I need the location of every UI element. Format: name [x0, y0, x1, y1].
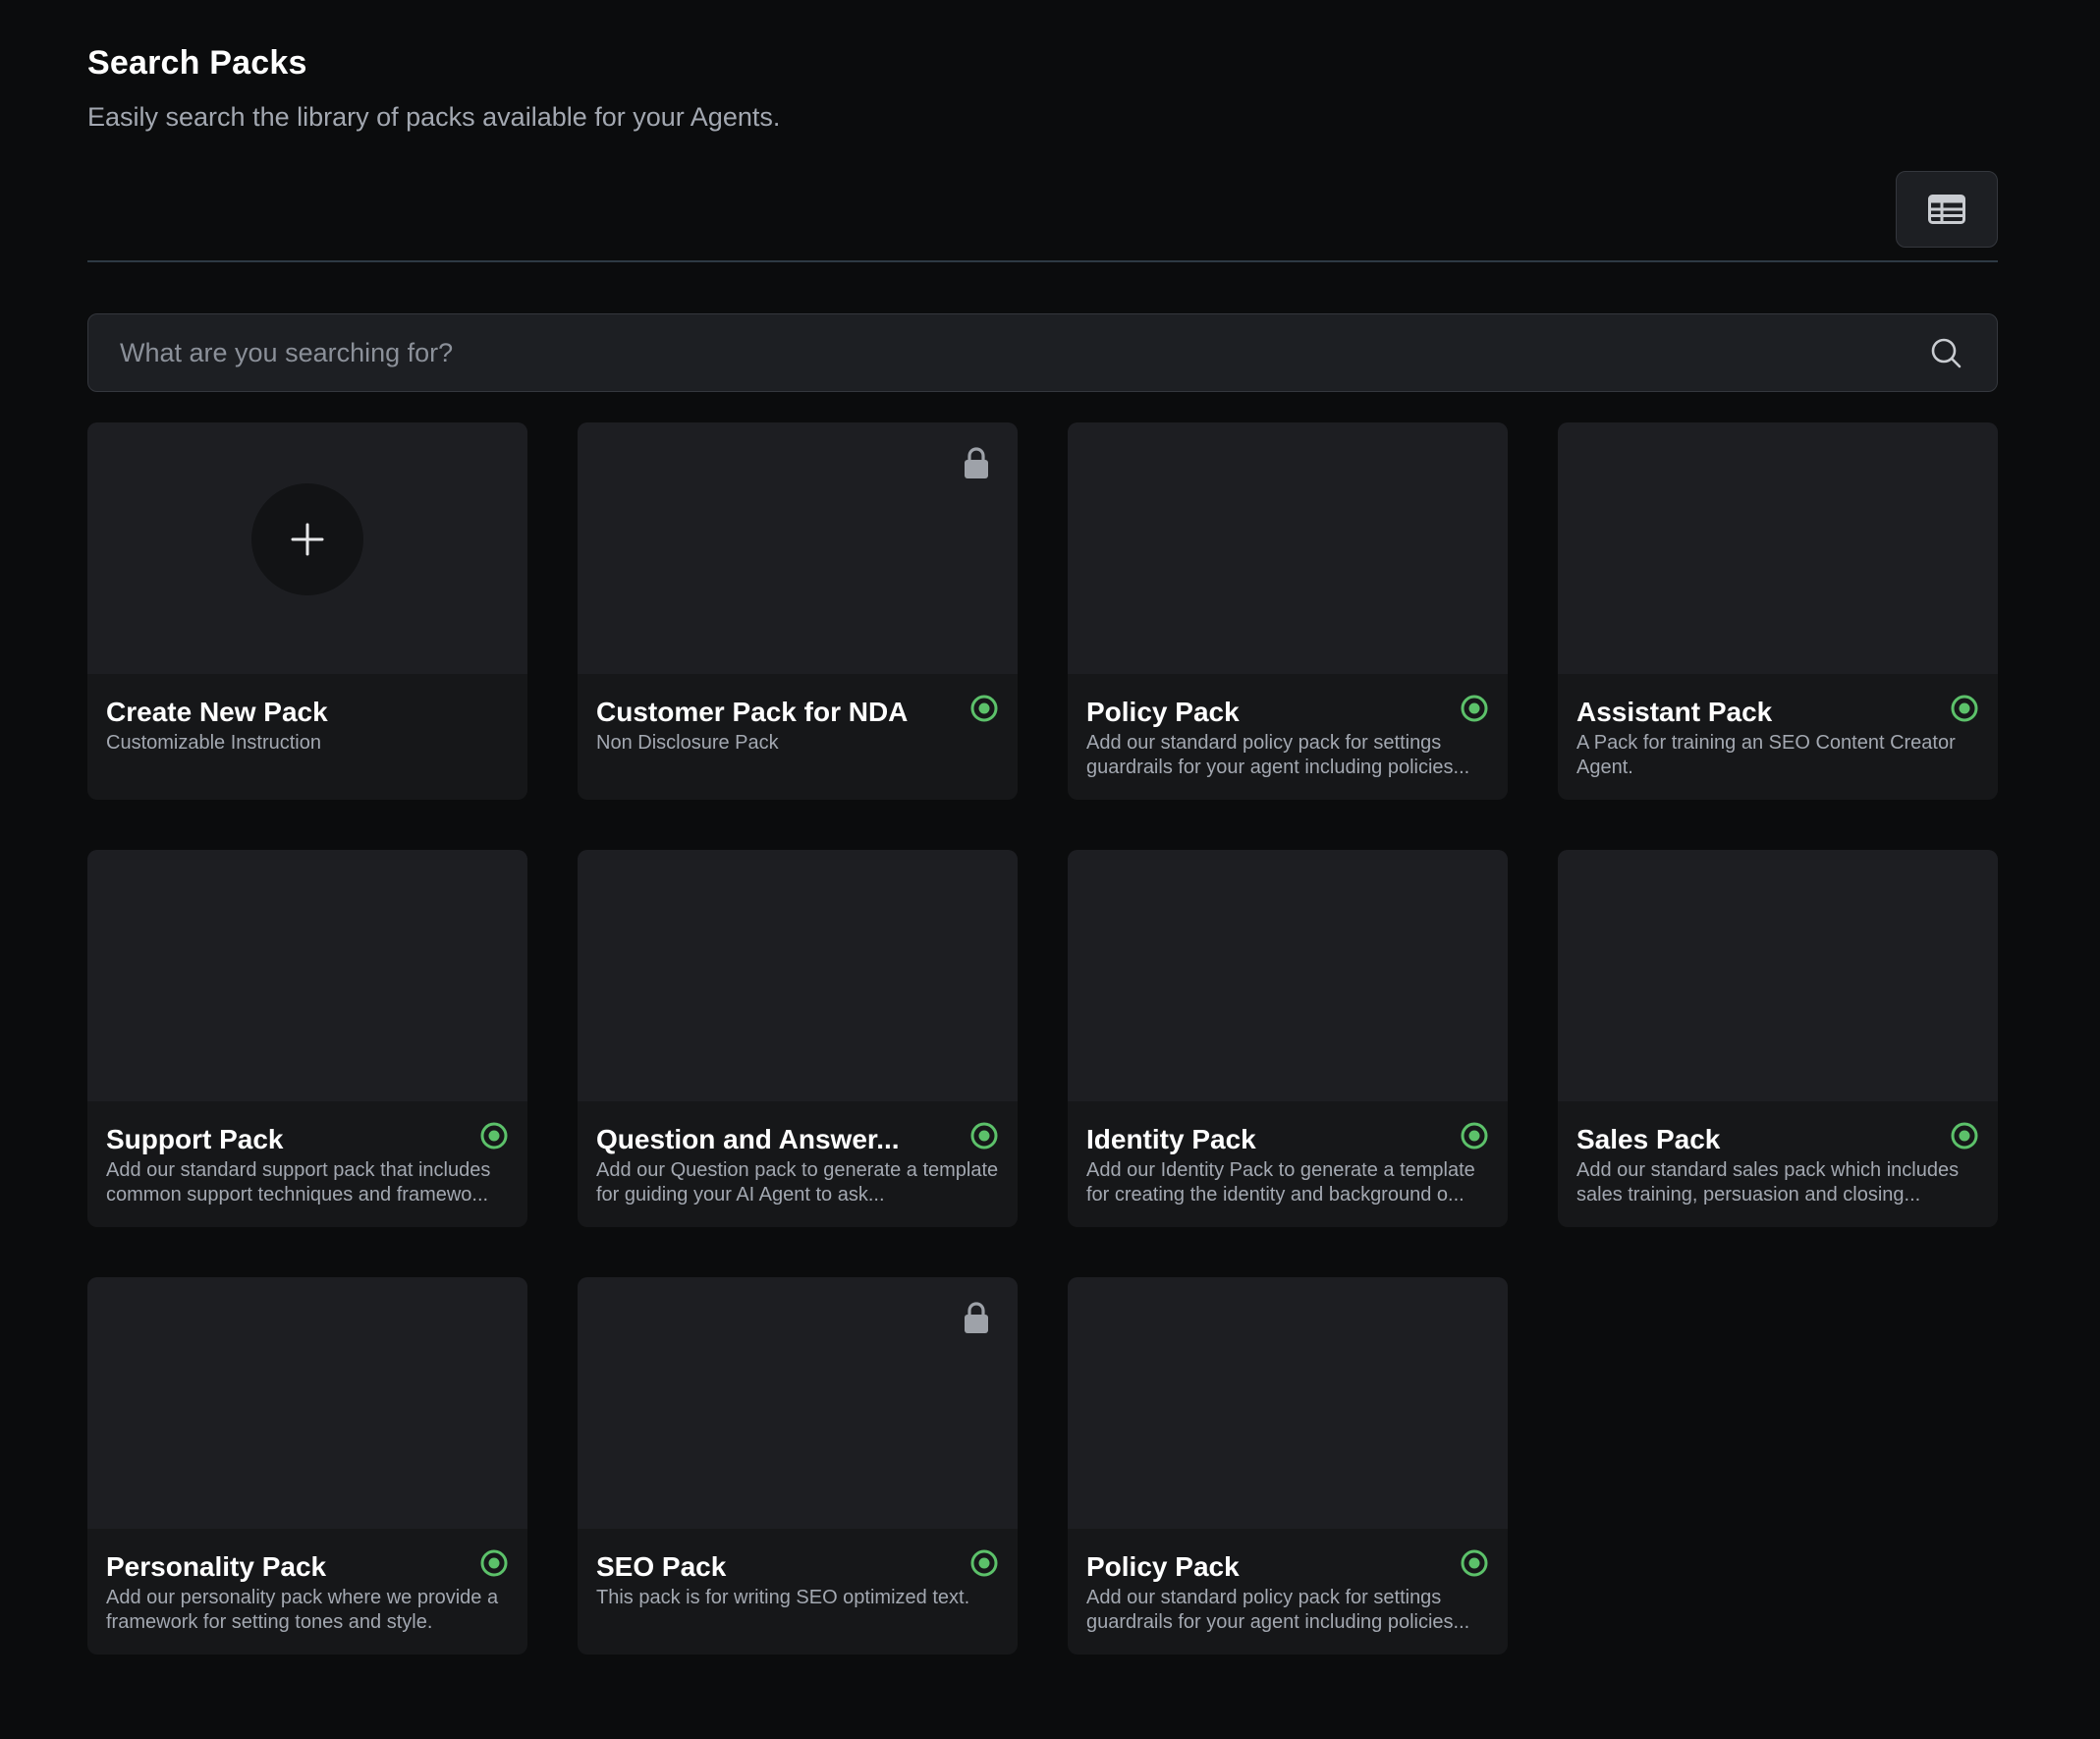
create-new-pack-card[interactable]: Create New Pack Customizable Instruction	[87, 422, 527, 800]
page-subtitle: Easily search the library of packs avail…	[87, 102, 781, 132]
pack-card[interactable]: Question and Answer... Add our Question p…	[578, 850, 1018, 1227]
card-body: Create New Pack Customizable Instruction	[87, 674, 527, 800]
pack-card[interactable]: Identity Pack Add our Identity Pack to ge…	[1068, 850, 1508, 1227]
card-description: This pack is for writing SEO optimized t…	[596, 1587, 970, 1608]
pack-card[interactable]: Customer Pack for NDA Non Disclosure Pack	[578, 422, 1018, 800]
active-status-icon	[970, 1549, 998, 1577]
card-thumbnail	[578, 1277, 1018, 1529]
card-title: SEO Pack	[596, 1551, 727, 1582]
card-thumbnail	[1068, 422, 1508, 674]
card-body: Sales Pack Add our standard sales pack wh…	[1558, 1101, 1998, 1227]
card-title: Policy Pack	[1086, 697, 1240, 727]
card-thumbnail	[1558, 850, 1998, 1101]
card-thumbnail	[87, 850, 527, 1101]
search-bar[interactable]	[87, 313, 1998, 392]
card-title: Customer Pack for NDA	[596, 697, 909, 727]
card-title: Create New Pack	[106, 697, 328, 727]
table-view-toggle-button[interactable]	[1896, 171, 1998, 248]
search-input[interactable]	[88, 314, 1928, 391]
pack-card[interactable]: Assistant Pack A Pack for training an SEO…	[1558, 422, 1998, 800]
card-body: Personality Pack Add our personality pack…	[87, 1529, 527, 1655]
plus-icon	[291, 523, 324, 556]
card-title: Assistant Pack	[1576, 697, 1773, 727]
header-divider	[87, 260, 1998, 262]
card-title: Identity Pack	[1086, 1124, 1256, 1154]
card-body: Support Pack Add our standard support pac…	[87, 1101, 527, 1227]
search-icon[interactable]	[1928, 335, 1963, 370]
card-description: Add our personality pack where we provid…	[106, 1587, 499, 1633]
pack-card[interactable]: Personality Pack Add our personality pack…	[87, 1277, 527, 1655]
card-description: Add our standard sales pack which includ…	[1576, 1159, 1960, 1206]
card-body: Customer Pack for NDA Non Disclosure Pack	[578, 674, 1018, 800]
active-status-icon	[1461, 1549, 1488, 1577]
card-title: Personality Pack	[106, 1551, 327, 1582]
card-title: Support Pack	[106, 1124, 284, 1154]
pack-card[interactable]: Policy Pack Add our standard policy pack …	[1068, 422, 1508, 800]
card-thumbnail	[578, 850, 1018, 1101]
card-thumbnail	[1558, 422, 1998, 674]
pack-card[interactable]: Support Pack Add our standard support pac…	[87, 850, 527, 1227]
lock-icon	[965, 1302, 988, 1333]
card-body: Question and Answer... Add our Question p…	[578, 1101, 1018, 1227]
active-status-icon	[1461, 695, 1488, 722]
table-view-icon	[1928, 195, 1965, 224]
card-body: Policy Pack Add our standard policy pack …	[1068, 1529, 1508, 1655]
card-thumbnail	[1068, 1277, 1508, 1529]
card-body: Policy Pack Add our standard policy pack …	[1068, 674, 1508, 800]
lock-icon	[965, 447, 988, 478]
pack-card[interactable]: Policy Pack Add our standard policy pack …	[1068, 1277, 1508, 1655]
card-description: Add our standard policy pack for setting…	[1086, 1587, 1470, 1633]
pack-card[interactable]: SEO Pack This pack is for writing SEO opt…	[578, 1277, 1018, 1655]
card-thumbnail	[1068, 850, 1508, 1101]
page-title: Search Packs	[87, 44, 307, 82]
card-body: SEO Pack This pack is for writing SEO opt…	[578, 1529, 1018, 1655]
card-description: Add our Identity Pack to generate a temp…	[1086, 1159, 1475, 1206]
card-body: Identity Pack Add our Identity Pack to ge…	[1068, 1101, 1508, 1227]
card-description: Customizable Instruction	[106, 732, 321, 754]
active-status-icon	[1951, 695, 1978, 722]
packs-grid: Create New Pack Customizable Instruction…	[87, 422, 1998, 1655]
card-description: Non Disclosure Pack	[596, 732, 779, 754]
search-packs-page: Search Packs Easily search the library o…	[0, 0, 2100, 1739]
card-thumbnail	[87, 1277, 527, 1529]
active-status-icon	[1951, 1122, 1978, 1150]
card-description: Add our standard policy pack for setting…	[1086, 732, 1470, 778]
card-thumbnail	[87, 422, 527, 674]
active-status-icon	[480, 1122, 508, 1150]
card-description: Add our standard support pack that inclu…	[106, 1159, 491, 1206]
card-body: Assistant Pack A Pack for training an SEO…	[1558, 674, 1998, 800]
card-title: Question and Answer...	[596, 1124, 900, 1154]
active-status-icon	[970, 1122, 998, 1150]
active-status-icon	[480, 1549, 508, 1577]
card-title: Sales Pack	[1576, 1124, 1721, 1154]
pack-card[interactable]: Sales Pack Add our standard sales pack wh…	[1558, 850, 1998, 1227]
card-description: Add our Question pack to generate a temp…	[596, 1159, 999, 1206]
card-description: A Pack for training an SEO Content Creat…	[1576, 732, 1956, 778]
add-pack-button[interactable]	[251, 483, 363, 595]
card-thumbnail	[578, 422, 1018, 674]
card-title: Policy Pack	[1086, 1551, 1240, 1582]
active-status-icon	[1461, 1122, 1488, 1150]
active-status-icon	[970, 695, 998, 722]
